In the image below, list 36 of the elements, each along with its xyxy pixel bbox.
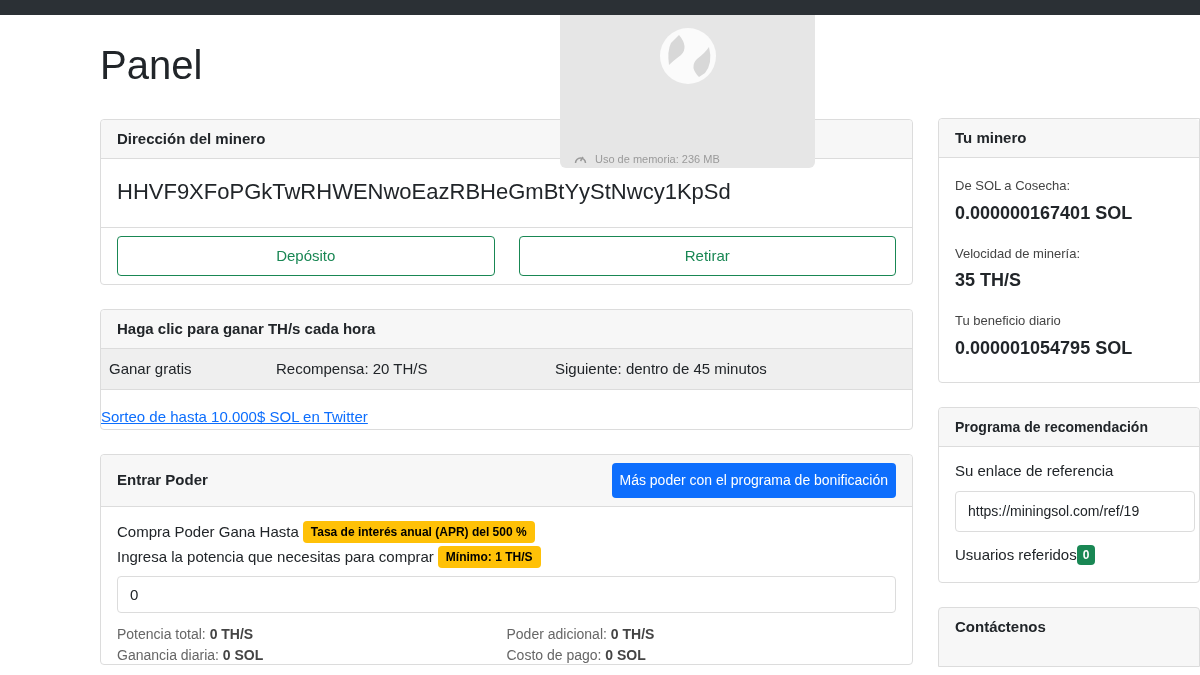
card-title: Contáctenos — [955, 618, 1046, 635]
reward-text: Ganar gratis — [109, 359, 193, 379]
withdraw-button[interactable]: Retirar — [518, 236, 896, 276]
count-badge: 0 — [1076, 544, 1096, 565]
stat-value: 35 TH/S — [955, 269, 1023, 292]
apr-badge: Tasa de interés anual (APR) del 500 % — [302, 521, 535, 544]
wallet-address: HHVF9XFoPGkTwRHWENwoEazRBHeGmBtYyStNwcy1KpSd — [117, 179, 731, 204]
referral-link-field[interactable]: https://miningsol.com/ref/19 — [955, 490, 1195, 532]
buy-text: Compra Poder Gana Hasta — [117, 522, 299, 542]
page-title: Panel — [100, 42, 203, 89]
memory-usage-text: Uso de memoria: 236 MB — [595, 152, 720, 167]
power-prompt: Ingresa la potencia que necesitas para comprar — [117, 546, 434, 567]
reward-text: Siguiente: dentro de 45 minutos — [555, 359, 767, 379]
twitter-link[interactable]: Sorteo de hasta 10.000$ SOL en Twitter — [101, 408, 368, 425]
deposit-button[interactable]: Depósito — [117, 236, 495, 276]
stat-text: Ganancia diaria: 0 SOL — [117, 646, 265, 664]
stat-text: Poder adicional: 0 TH/S — [506, 625, 656, 643]
bonus-button[interactable]: Más poder con el programa de bonificación — [611, 463, 896, 498]
referred-users-label: Usuarios referidos — [955, 544, 1077, 565]
card-title: Tu minero — [955, 129, 1027, 146]
card-title: Entrar Poder — [117, 470, 208, 491]
card-title: Programa de recomendación — [955, 418, 1148, 435]
referral-label: Su enlace de referencia — [955, 461, 1114, 479]
stat-label: Tu beneficio diario — [955, 312, 1062, 330]
stat-value: 0.000001054795 SOL — [955, 336, 1134, 360]
reward-text: Recompensa: 20 TH/S — [276, 359, 429, 379]
card-title: Haga clic para ganar TH/s cada hora — [117, 320, 376, 337]
globe-icon — [658, 27, 717, 85]
minimum-badge: Mínimo: 1 TH/S — [437, 545, 541, 568]
stat-text: Costo de pago: 0 SOL — [506, 646, 647, 664]
stat-label: Velocidad de minería: — [955, 244, 1082, 263]
stat-label: De SOL a Cosecha: — [955, 177, 1072, 195]
stat-text: Potencia total: 0 TH/S — [117, 625, 255, 643]
card-title: Dirección del minero — [117, 130, 266, 147]
power-input[interactable]: 0 — [117, 576, 896, 613]
stat-value: 0.000000167401 SOL — [955, 201, 1134, 225]
